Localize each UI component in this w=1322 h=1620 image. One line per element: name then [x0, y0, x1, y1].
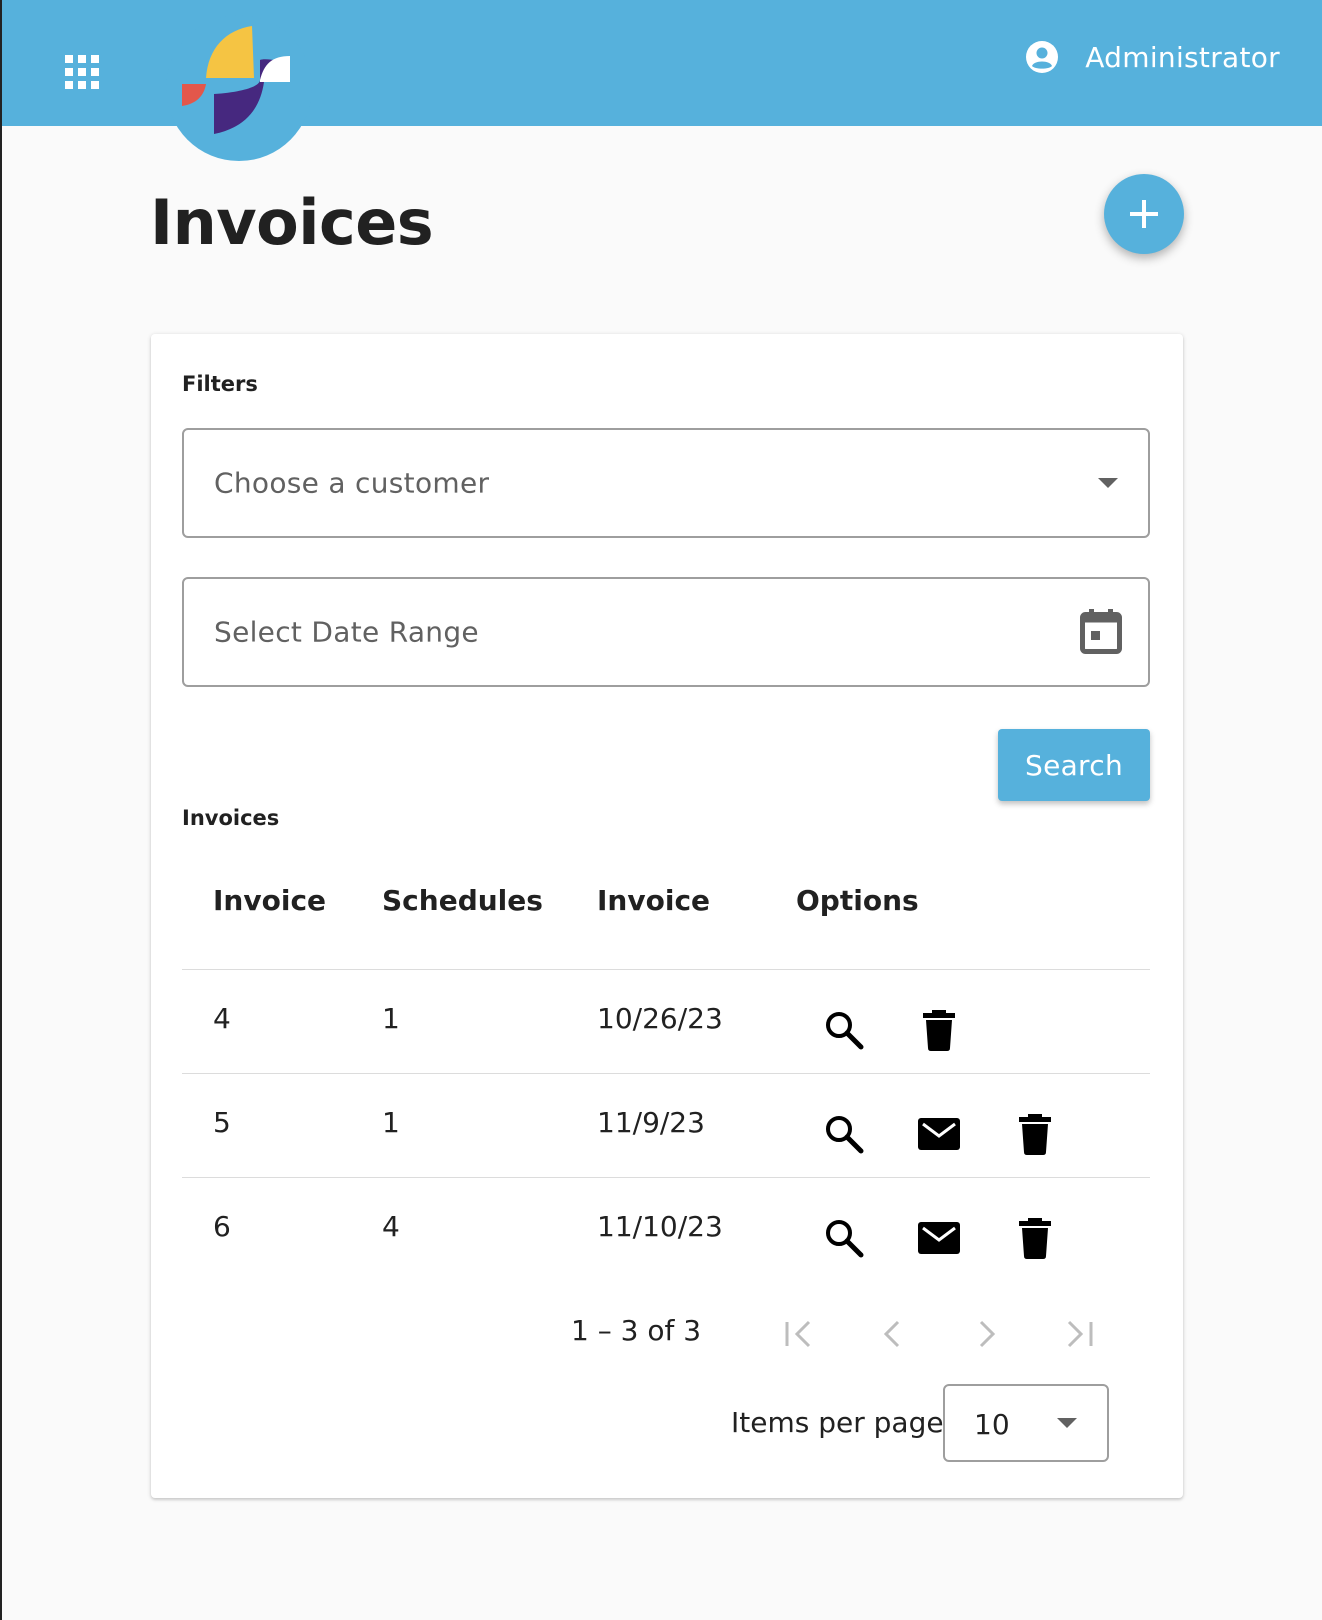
filters-label: Filters [182, 372, 258, 396]
chevron-down-icon [1098, 478, 1118, 488]
search-button[interactable]: Search [998, 729, 1150, 801]
mail-icon[interactable] [917, 1112, 961, 1156]
schedules-count: 4 [382, 1210, 400, 1243]
last-page-icon[interactable] [1059, 1314, 1099, 1354]
customer-select-placeholder: Choose a customer [214, 466, 490, 500]
page-title: Invoices [150, 186, 434, 259]
calendar-icon[interactable] [1080, 609, 1122, 655]
schedules-count: 1 [382, 1106, 400, 1139]
delete-icon[interactable] [1013, 1112, 1057, 1156]
delete-icon[interactable] [917, 1008, 961, 1052]
user-menu[interactable]: Administrator [1025, 40, 1280, 74]
invoice-date: 11/9/23 [597, 1106, 705, 1139]
table-row: 4 1 10/26/23 [182, 970, 1150, 1074]
invoice-date: 11/10/23 [597, 1210, 723, 1243]
column-header-schedules[interactable]: Schedules [382, 884, 543, 917]
table-row: 6 4 11/10/23 [182, 1178, 1150, 1282]
delete-icon[interactable] [1013, 1216, 1057, 1260]
invoices-table-label: Invoices [182, 806, 280, 830]
invoice-date: 10/26/23 [597, 1002, 723, 1035]
first-page-icon[interactable] [779, 1314, 819, 1354]
column-header-options: Options [796, 884, 919, 917]
search-icon[interactable] [822, 1008, 866, 1052]
previous-page-icon[interactable] [873, 1314, 913, 1354]
customer-select[interactable]: Choose a customer [182, 428, 1150, 538]
add-invoice-button[interactable] [1104, 174, 1184, 254]
search-icon[interactable] [822, 1112, 866, 1156]
date-range-placeholder: Select Date Range [214, 615, 479, 649]
plus-icon [1130, 200, 1158, 228]
invoice-number: 6 [213, 1210, 231, 1243]
mail-icon[interactable] [917, 1216, 961, 1260]
account-circle-icon [1026, 41, 1059, 73]
apps-grid-icon[interactable] [65, 55, 99, 89]
items-per-page-value: 10 [974, 1408, 1010, 1441]
items-per-page-select[interactable]: 10 [943, 1384, 1109, 1462]
items-per-page-label: Items per page [731, 1406, 944, 1439]
table-row: 5 1 11/9/23 [182, 1074, 1150, 1178]
date-range-input[interactable]: Select Date Range [182, 577, 1150, 687]
app-logo[interactable] [164, 6, 314, 161]
chevron-down-icon [1057, 1418, 1077, 1428]
invoices-card: Filters Choose a customer Select Date Ra… [151, 334, 1183, 1498]
column-header-invoice[interactable]: Invoice [213, 884, 326, 917]
paginator-range-label: 1 – 3 of 3 [571, 1314, 702, 1347]
search-icon[interactable] [822, 1216, 866, 1260]
table-header-row: Invoice Schedules Invoice Options [182, 854, 1150, 970]
next-page-icon[interactable] [966, 1314, 1006, 1354]
invoices-table: Invoice Schedules Invoice Options 4 1 10… [182, 854, 1150, 1282]
column-header-invoice-date[interactable]: Invoice [597, 884, 710, 917]
invoice-number: 5 [213, 1106, 231, 1139]
user-name: Administrator [1085, 40, 1280, 74]
schedules-count: 1 [382, 1002, 400, 1035]
invoice-number: 4 [213, 1002, 231, 1035]
